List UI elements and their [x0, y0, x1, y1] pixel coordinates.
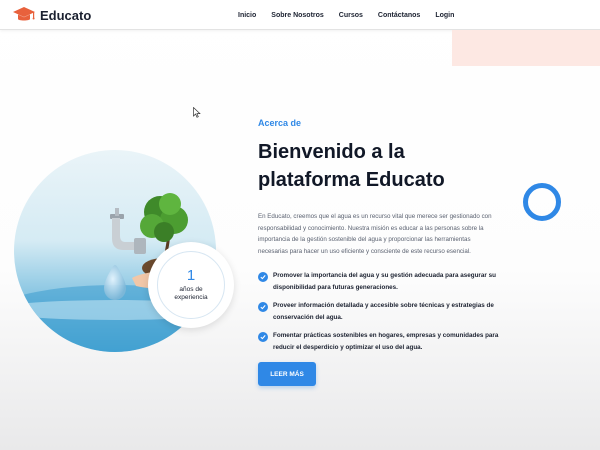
feature-item: Proveer información detallada y accesibl… — [258, 300, 501, 323]
check-circle-icon — [258, 302, 268, 312]
feature-item: Promover la importancia del agua y su ge… — [258, 270, 501, 293]
experience-label: años de experiencia — [174, 286, 208, 301]
nav-item-inicio[interactable]: Inicio — [238, 12, 256, 19]
read-more-button[interactable]: LEER MÁS — [258, 362, 316, 386]
mouse-cursor-icon — [193, 107, 201, 118]
section-paragraph: En Educato, creemos que el agua es un re… — [258, 213, 492, 255]
main-menu: Inicio Sobre Nosotros Cursos Contáctanos… — [238, 0, 454, 30]
check-circle-icon — [258, 272, 268, 282]
nav-item-sobre-nosotros[interactable]: Sobre Nosotros — [271, 12, 324, 19]
graduation-cap-icon — [13, 7, 35, 21]
decorative-block — [452, 30, 600, 66]
experience-badge-inner: 1 años de experiencia — [157, 251, 225, 319]
ring-decoration-icon — [523, 183, 561, 221]
feature-text: Promover la importancia del agua y su ge… — [273, 272, 496, 291]
brand-logo[interactable]: Educato — [12, 5, 91, 25]
nav-item-login[interactable]: Login — [435, 12, 454, 19]
nav-item-cursos[interactable]: Cursos — [339, 12, 363, 19]
brand-name: Educato — [40, 7, 92, 23]
section-eyebrow: Acerca de — [258, 118, 302, 128]
experience-badge: 1 años de experiencia — [148, 242, 234, 328]
experience-number: 1 — [186, 267, 196, 284]
feature-item: Fomentar prácticas sostenibles en hogare… — [258, 330, 501, 353]
check-circle-icon — [258, 332, 268, 342]
feature-text: Proveer información detallada y accesibl… — [273, 302, 494, 321]
top-navbar: Educato Inicio Sobre Nosotros Cursos Con… — [0, 0, 600, 30]
section-heading: Bienvenido a la plataforma Educato — [258, 141, 445, 191]
feature-text: Fomentar prácticas sostenibles en hogare… — [273, 332, 499, 351]
nav-item-contactanos[interactable]: Contáctanos — [378, 12, 420, 19]
